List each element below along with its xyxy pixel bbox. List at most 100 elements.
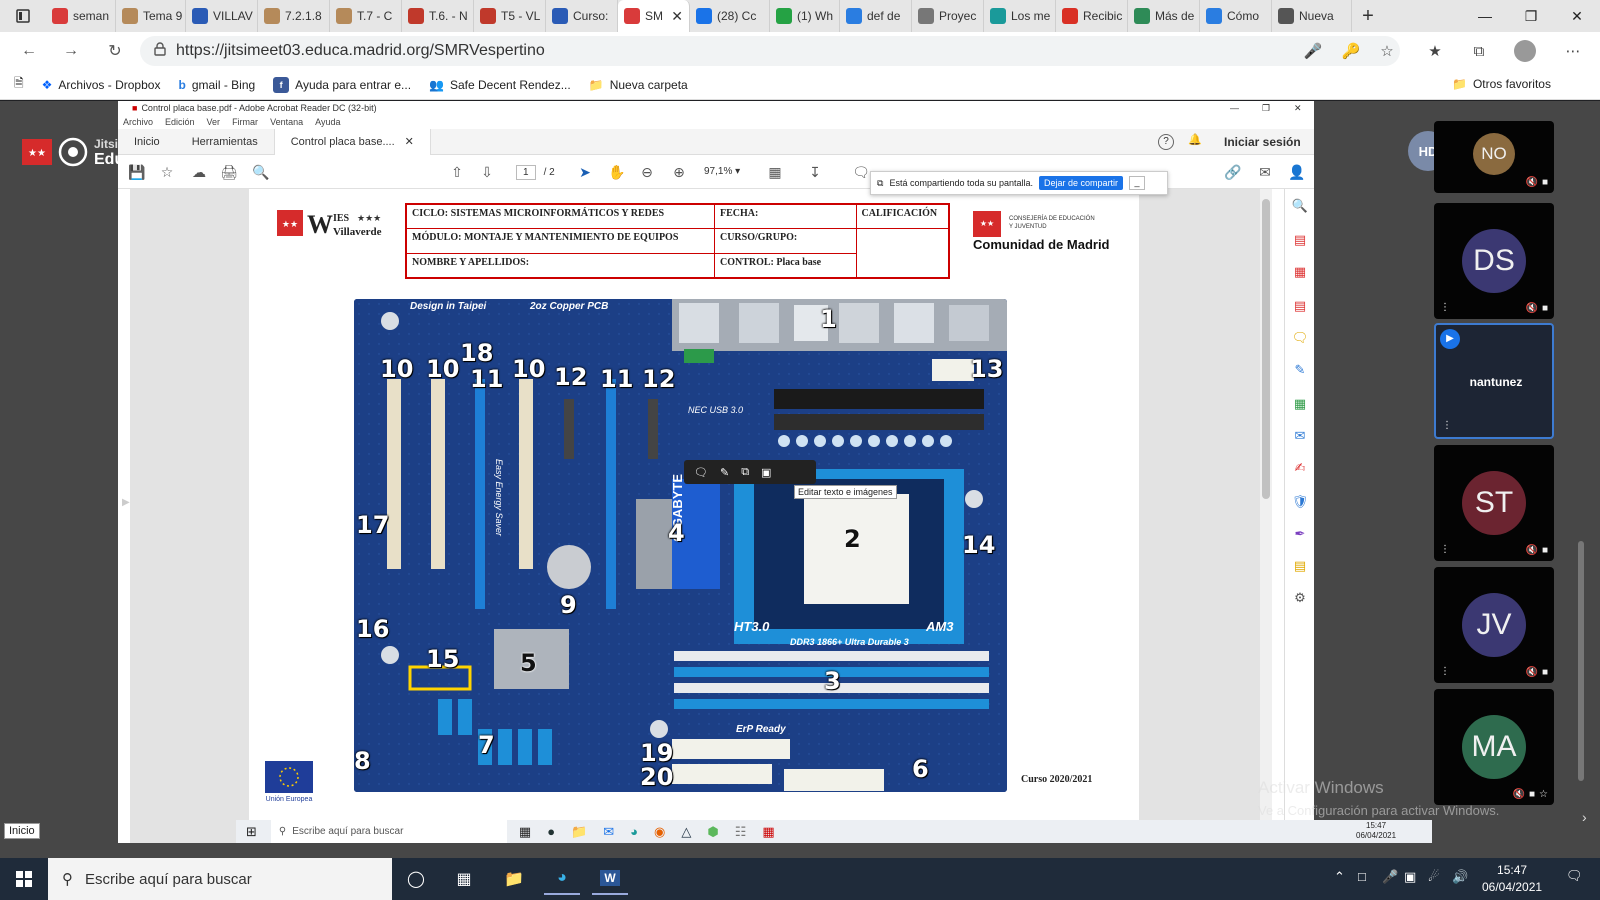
- browser-tab[interactable]: T.6. - N: [402, 0, 474, 32]
- hand-tool-icon[interactable]: ✋: [606, 161, 628, 183]
- browser-tab[interactable]: (28) Cc: [690, 0, 770, 32]
- menu-edicion[interactable]: Edición: [165, 117, 195, 127]
- document-scrollbar[interactable]: [1260, 189, 1272, 843]
- remote-search-box[interactable]: ⚲ Escribe aquí para buscar: [270, 820, 507, 843]
- browser-tab[interactable]: Más de: [1128, 0, 1200, 32]
- filmstrip-scroll[interactable]: [1578, 541, 1584, 781]
- file-explorer-icon[interactable]: 📁: [496, 863, 532, 895]
- browser-tab[interactable]: SM ✕: [618, 0, 690, 32]
- edge-icon[interactable]: ◕: [544, 863, 580, 895]
- browser-tab[interactable]: Proyec: [912, 0, 984, 32]
- participant-tile[interactable]: MA 🔇 ■ ☆: [1434, 689, 1554, 805]
- database-icon[interactable]: ☷: [735, 824, 747, 840]
- acrobat-tab-inicio[interactable]: Inicio: [118, 129, 176, 155]
- task-view-icon[interactable]: ▦: [519, 824, 531, 840]
- highlight-float-icon[interactable]: ✎: [720, 466, 729, 479]
- close-tab-icon[interactable]: ✕: [671, 8, 683, 25]
- collections-icon[interactable]: ⧉: [1462, 34, 1496, 68]
- more-tools-icon[interactable]: ⚙: [1291, 589, 1309, 607]
- browser-tab[interactable]: Los me: [984, 0, 1056, 32]
- document-viewport[interactable]: ★★ W IES ★★★ Villaverde CICLO: SISTEMAS …: [130, 189, 1260, 843]
- stop-sharing-button[interactable]: Dejar de compartir: [1039, 176, 1124, 190]
- taskbar-clock[interactable]: 15:47 06/04/2021: [1482, 862, 1542, 896]
- browser-tab[interactable]: Recibic: [1056, 0, 1128, 32]
- acrobat-tab-herramientas[interactable]: Herramientas: [176, 129, 274, 155]
- key-icon[interactable]: 🔑: [1334, 34, 1368, 68]
- edit-image-float-icon[interactable]: ▣: [761, 466, 771, 479]
- scroll-mode-icon[interactable]: ↧: [804, 161, 826, 183]
- forward-button[interactable]: →: [52, 35, 90, 67]
- new-tab-button[interactable]: +: [1352, 5, 1384, 28]
- browser-tab[interactable]: (1) Wh: [770, 0, 840, 32]
- favorite-facebook-help[interactable]: f Ayuda para entrar e...: [273, 76, 411, 93]
- menu-archivo[interactable]: Archivo: [123, 117, 153, 127]
- comment-icon[interactable]: 🗨: [850, 161, 872, 183]
- word-icon[interactable]: W: [592, 863, 628, 895]
- wifi-icon[interactable]: ☄: [1428, 869, 1440, 885]
- send-review-icon[interactable]: ✉: [1291, 427, 1309, 445]
- participant-tile-active-speaker[interactable]: ▶ nantunez ⋮: [1434, 323, 1554, 439]
- filmstrip-toggle-icon[interactable]: ›: [1582, 809, 1587, 825]
- bookmark-star-icon[interactable]: ☆: [156, 161, 178, 183]
- menu-ver[interactable]: Ver: [207, 117, 221, 127]
- select-cursor-icon[interactable]: ➤: [574, 161, 596, 183]
- other-favorites[interactable]: 📁 Otros favoritos: [1452, 77, 1551, 91]
- close-tab-icon[interactable]: ✕: [405, 135, 414, 148]
- close-window-button[interactable]: ✕: [1554, 0, 1600, 32]
- acrobat-tab-document[interactable]: Control placa base.... ✕: [273, 128, 431, 155]
- minimize-button[interactable]: —: [1462, 0, 1508, 32]
- app-green-icon[interactable]: ⬢: [707, 824, 718, 840]
- notifications-icon[interactable]: 🗨: [1566, 868, 1583, 884]
- share-link-icon[interactable]: 🔗: [1222, 161, 1244, 183]
- fill-sign-icon[interactable]: ✍: [1291, 459, 1309, 477]
- browser-tab[interactable]: Tema 9: [116, 0, 186, 32]
- organize-pages-icon[interactable]: ▦: [1291, 263, 1309, 281]
- comment-tool-icon[interactable]: 🗨: [1291, 329, 1309, 347]
- fit-page-icon[interactable]: ▦: [764, 161, 786, 183]
- signin-link[interactable]: Iniciar sesión: [1224, 135, 1301, 149]
- task-view-icon[interactable]: ▦: [446, 863, 482, 895]
- more-options-icon[interactable]: ⋮: [1440, 544, 1450, 555]
- profile-avatar[interactable]: [1508, 34, 1542, 68]
- collapse-left-icon[interactable]: ▶: [122, 497, 130, 508]
- participant-tile[interactable]: ST ⋮ 🔇 ■: [1434, 445, 1554, 561]
- virtualbox-icon[interactable]: △: [681, 824, 691, 840]
- menu-firmar[interactable]: Firmar: [232, 117, 258, 127]
- browser-tab[interactable]: Cómo: [1200, 0, 1272, 32]
- favorite-safe-decent[interactable]: 👥 Safe Decent Rendez...: [429, 78, 571, 92]
- create-pdf-icon[interactable]: ▤: [1291, 297, 1309, 315]
- browser-tab[interactable]: seman: [46, 0, 116, 32]
- acrobat-minimize[interactable]: —: [1230, 103, 1239, 113]
- add-user-icon[interactable]: 👤: [1286, 161, 1308, 183]
- prepare-form-icon[interactable]: ▤: [1291, 557, 1309, 575]
- cortana-icon[interactable]: ◯: [398, 863, 434, 895]
- notifications-icon[interactable]: 🔔: [1188, 133, 1202, 146]
- save-icon[interactable]: 💾: [126, 161, 148, 183]
- browser-tab[interactable]: T.7 - C: [330, 0, 402, 32]
- menu-ayuda[interactable]: Ayuda: [315, 117, 340, 127]
- copy-float-icon[interactable]: ⧉: [741, 466, 749, 479]
- mail-icon[interactable]: ✉: [603, 824, 614, 840]
- protect-icon[interactable]: 🛡: [1291, 493, 1309, 511]
- taskbar-search-box[interactable]: ⚲ Escribe aquí para buscar: [48, 858, 392, 900]
- settings-menu-icon[interactable]: ⋯: [1556, 34, 1590, 68]
- page-down-icon[interactable]: ⇩: [476, 161, 498, 183]
- participant-tile[interactable]: NO 🔇 ■: [1434, 121, 1554, 193]
- add-favorite-icon[interactable]: ☆: [1370, 34, 1404, 68]
- favorite-folder[interactable]: 📁 Nueva carpeta: [589, 78, 688, 92]
- edge-icon[interactable]: ◕: [630, 824, 638, 840]
- remote-start-icon[interactable]: ⊞: [246, 824, 257, 840]
- excel-export-icon[interactable]: ▦: [1291, 395, 1309, 413]
- acrobat-maximize[interactable]: ❐: [1262, 103, 1270, 114]
- microphone-icon[interactable]: 🎤: [1296, 34, 1330, 68]
- comment-float-icon[interactable]: 🗨: [694, 466, 708, 479]
- search-zoom-icon[interactable]: 🔍: [250, 161, 272, 183]
- zoom-select[interactable]: 97,1% ▾: [704, 166, 740, 177]
- export-pdf-icon[interactable]: ▤: [1291, 231, 1309, 249]
- favorite-gmail-bing[interactable]: b gmail - Bing: [178, 78, 255, 92]
- tab-actions-icon[interactable]: [0, 0, 46, 32]
- more-options-icon[interactable]: ⋮: [1442, 420, 1452, 431]
- menu-ventana[interactable]: Ventana: [270, 117, 303, 127]
- participant-tile[interactable]: DS ⋮ 🔇 ■: [1434, 203, 1554, 319]
- help-icon[interactable]: ?: [1158, 134, 1174, 150]
